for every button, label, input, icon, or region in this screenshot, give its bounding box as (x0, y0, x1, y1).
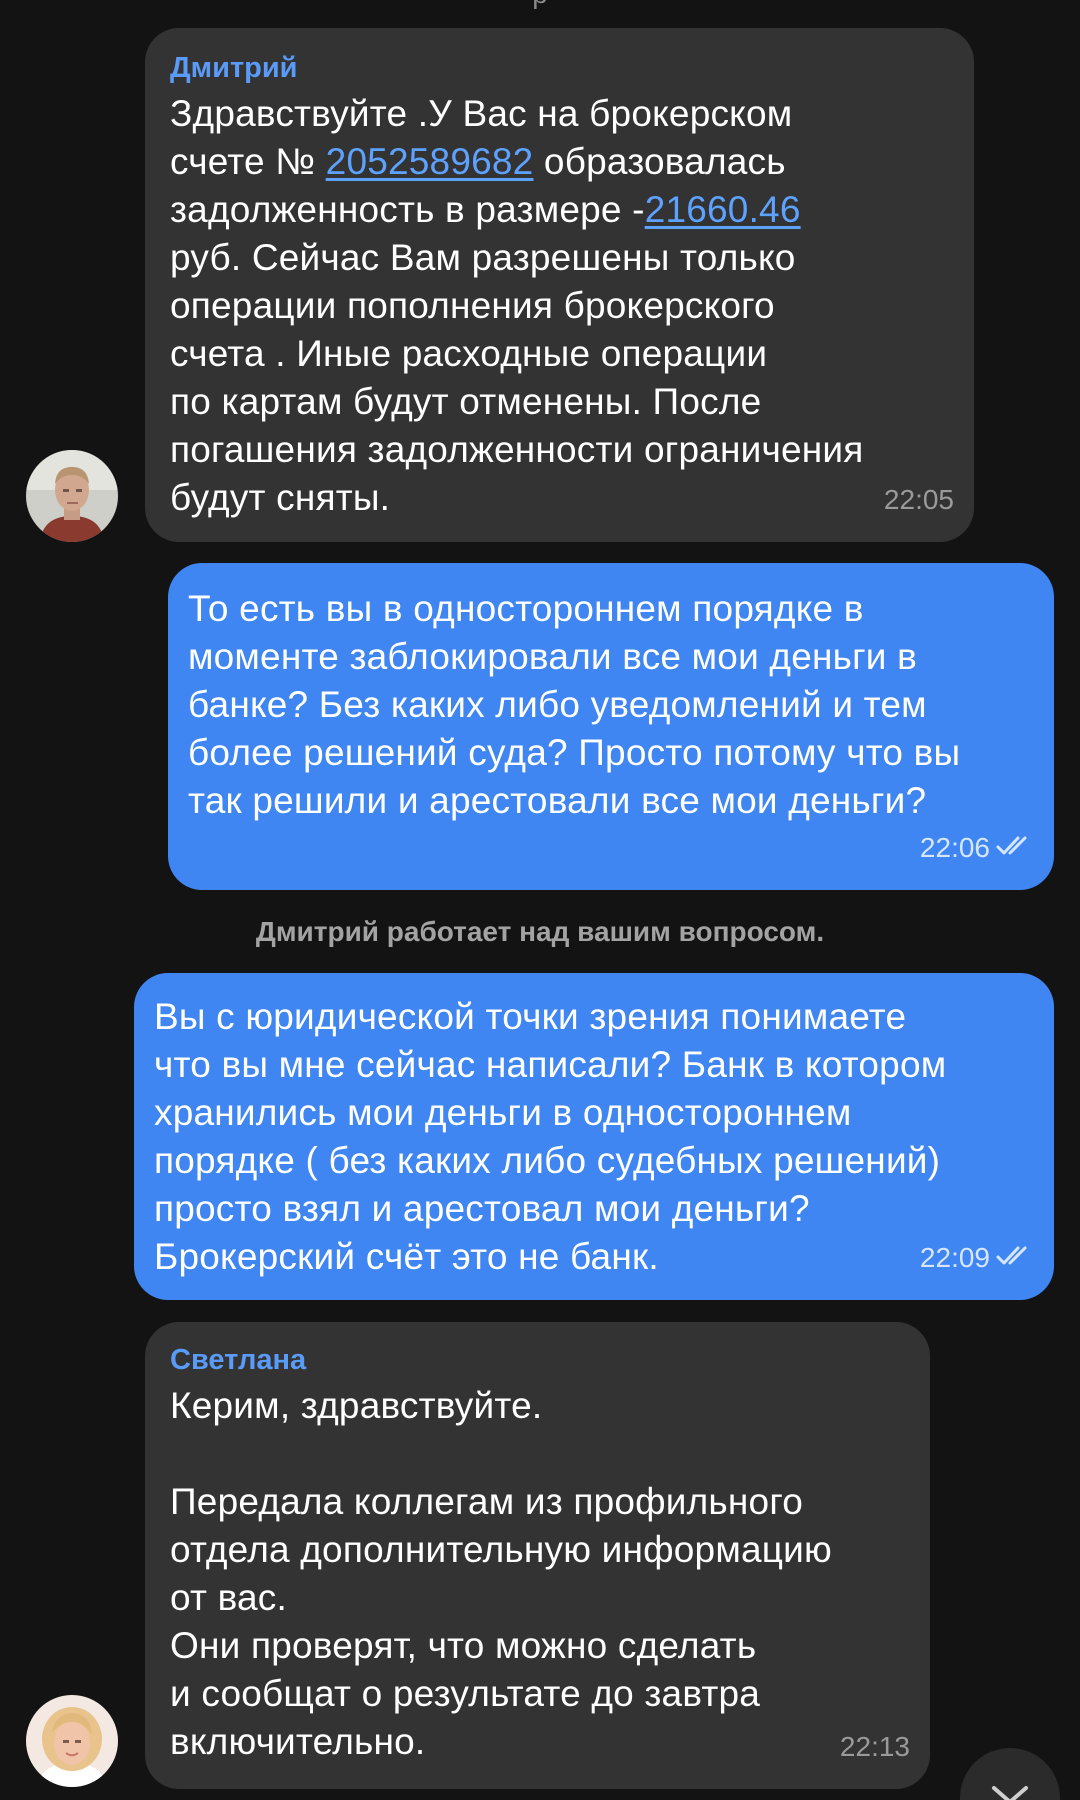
message-text: Здравствуйте .У Вас на брокерском счете … (170, 90, 950, 522)
message-text-part: руб. Сейчас Вам разрешены только операци… (170, 237, 864, 518)
message-time: 22:13 (839, 1731, 910, 1762)
message-text: Вы с юридической точки зрения понимаете … (154, 996, 947, 1277)
chevron-down-icon (990, 1784, 1030, 1800)
message-bubble-svetlana[interactable]: Светлана Керим, здравствуйте. Передала к… (145, 1322, 930, 1789)
message-text: То есть вы в одностороннем порядке в мом… (188, 588, 961, 821)
message-meta: 22:05 (884, 484, 954, 516)
message-meta: 22:09 (920, 1242, 1034, 1274)
account-number-link[interactable]: 2052589682 (326, 141, 534, 182)
debt-amount-link[interactable]: 21660.46 (645, 189, 801, 230)
double-check-icon (996, 1242, 1034, 1274)
male-operator-avatar (26, 450, 118, 542)
female-operator-avatar (26, 1695, 118, 1787)
message-time: 22:09 (919, 1242, 990, 1273)
header-partial-text: р (0, 0, 1080, 10)
message-text: Керим, здравствуйте. Передала коллегам и… (170, 1385, 832, 1762)
chat-screen: р Дмитрий Здравствуйте .У Вас на брокерс… (0, 0, 1080, 1800)
double-check-icon (996, 832, 1034, 864)
message-meta: 22:06 (920, 832, 1034, 864)
avatar-svetlana[interactable] (26, 1695, 118, 1787)
avatar-dmitry[interactable] (26, 450, 118, 542)
message-meta: 22:13 (840, 1731, 910, 1763)
system-status-note: Дмитрий работает над вашим вопросом. (255, 916, 825, 947)
sender-name: Светлана (170, 1344, 307, 1376)
message-time: 22:06 (919, 832, 990, 863)
message-time: 22:05 (883, 484, 954, 515)
message-bubble-outgoing[interactable]: Вы с юридической точки зрения понимаете … (134, 973, 1054, 1300)
sender-name: Дмитрий (170, 52, 298, 84)
message-bubble-dmitry[interactable]: Дмитрий Здравствуйте .У Вас на брокерско… (145, 28, 974, 542)
scroll-to-bottom-button[interactable] (960, 1748, 1060, 1800)
message-bubble-outgoing[interactable]: То есть вы в одностороннем порядке в мом… (168, 563, 1054, 890)
